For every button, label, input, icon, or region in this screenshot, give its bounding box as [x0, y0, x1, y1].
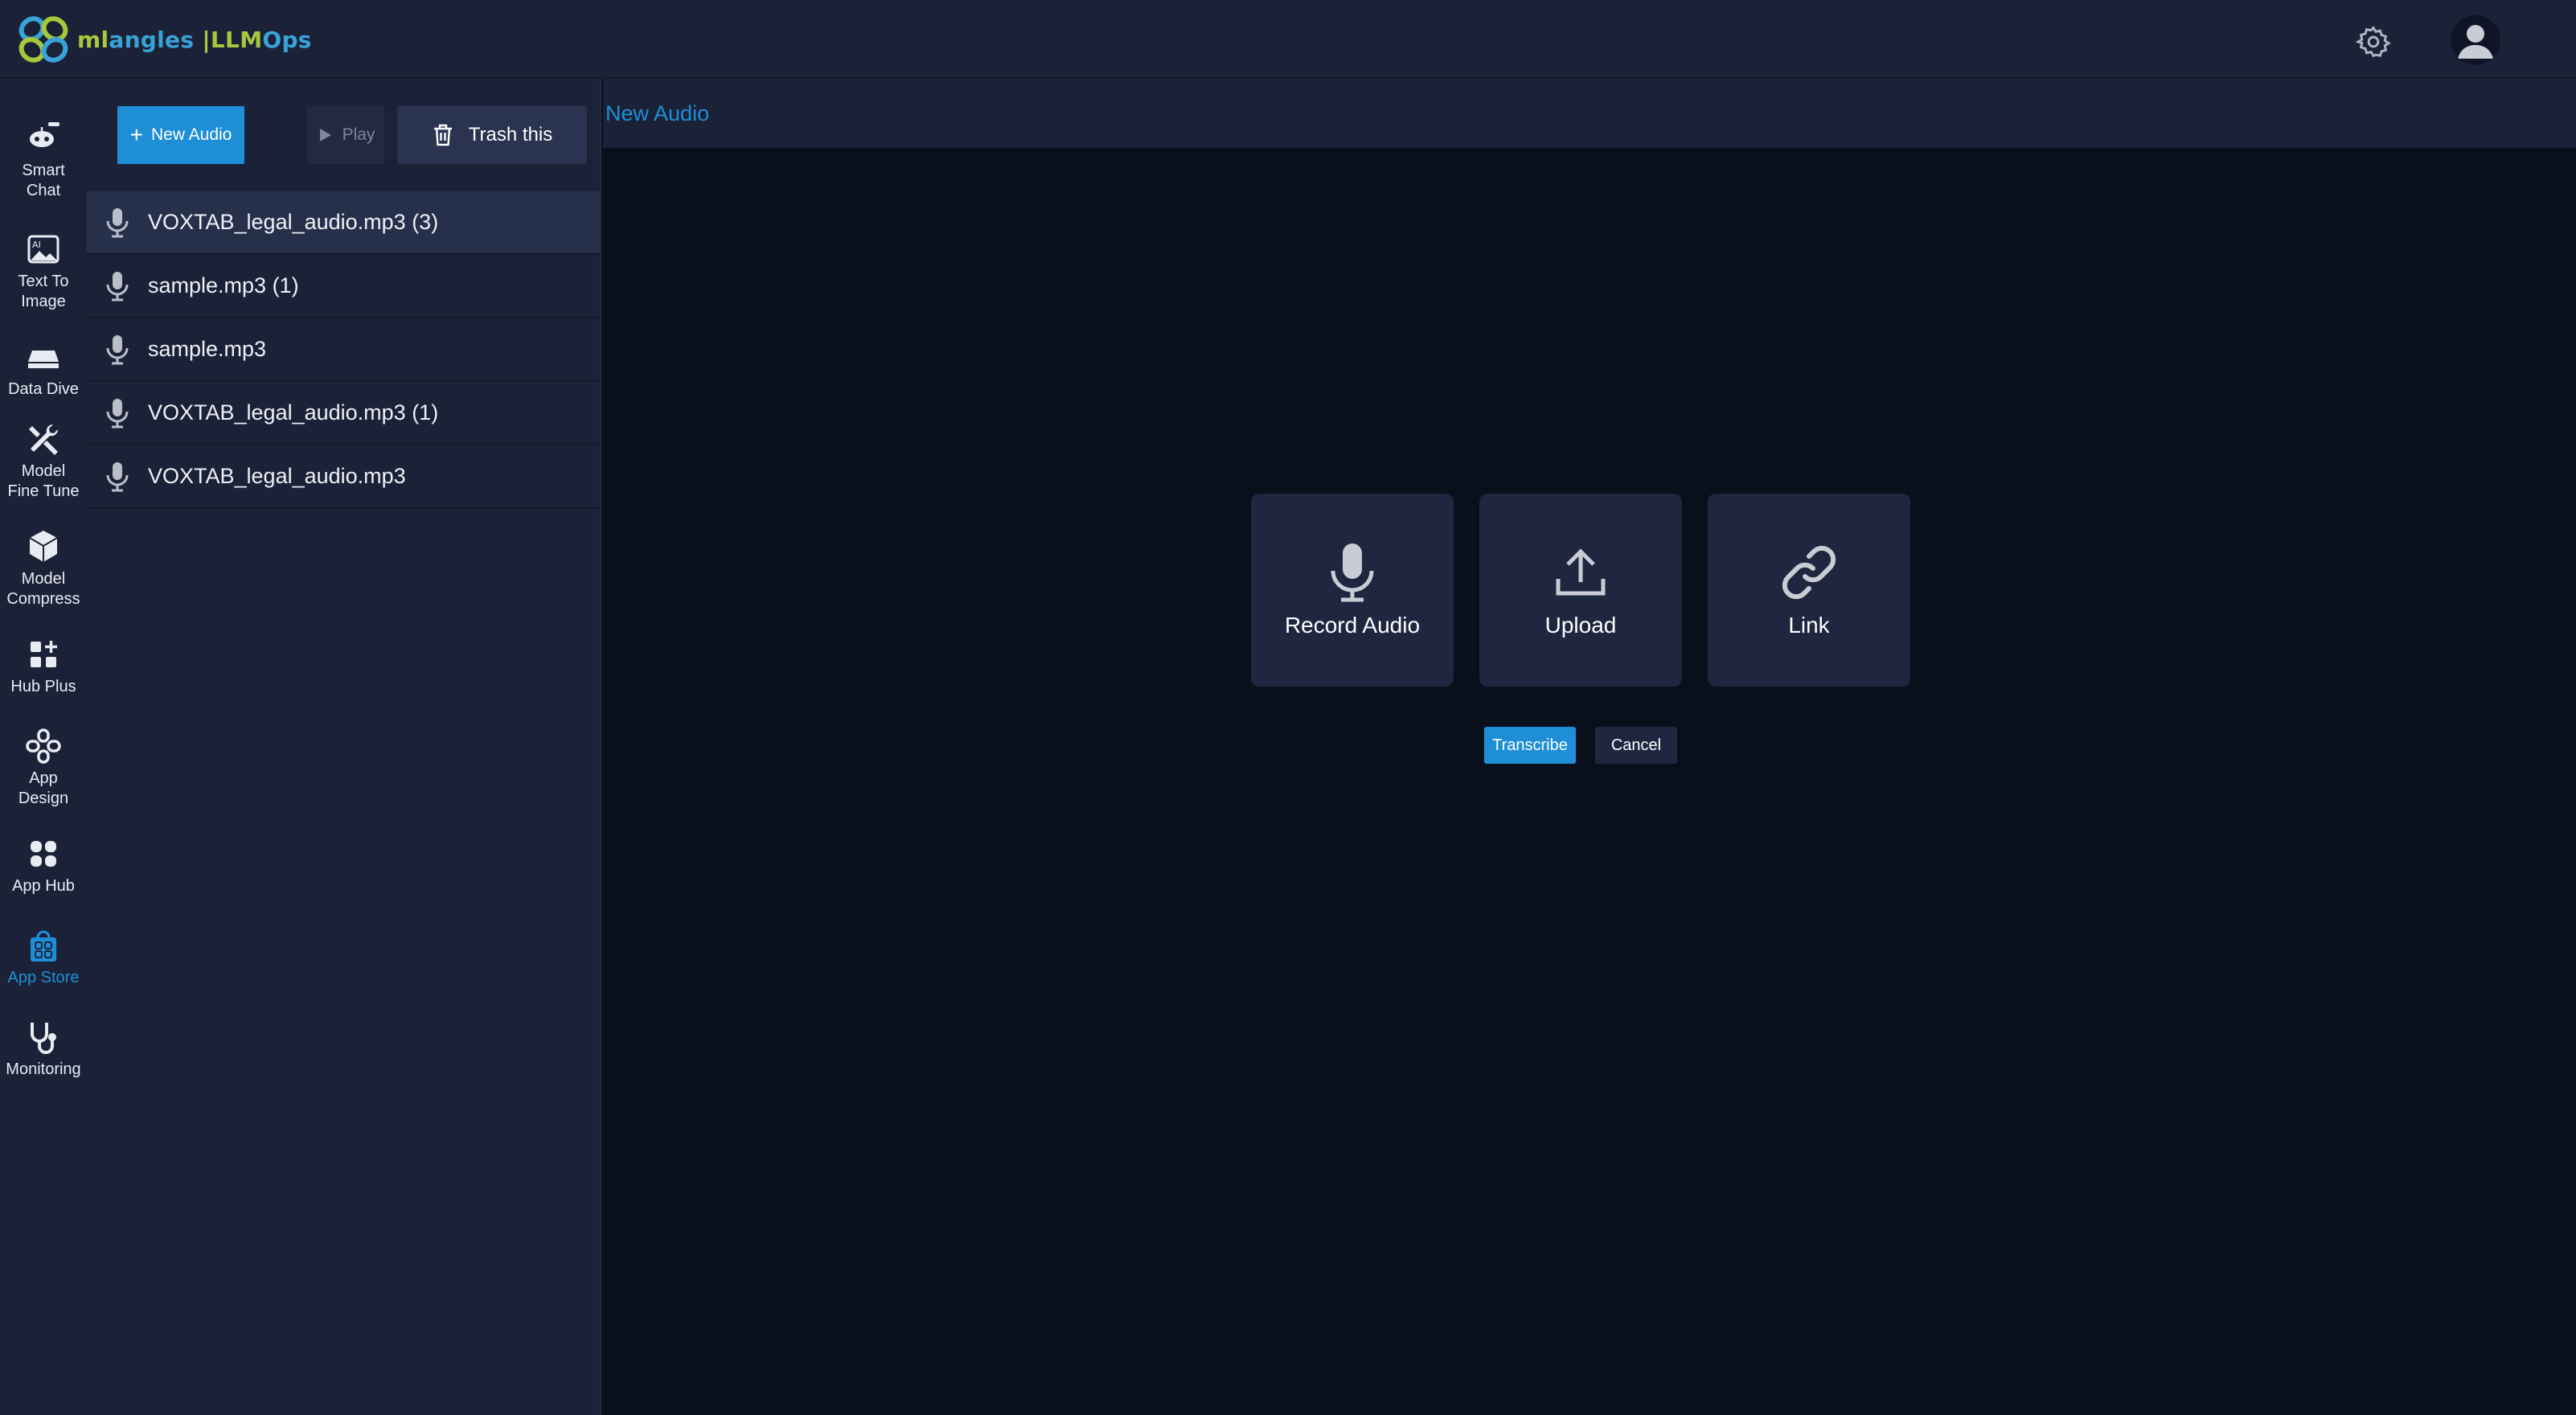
nav-model-compress[interactable]: Model Compress: [0, 527, 87, 609]
nav-app-store[interactable]: App Store: [0, 926, 87, 988]
link-option[interactable]: Link: [1708, 494, 1910, 687]
nav-label: Model Fine Tune: [7, 462, 80, 500]
nav-data-dive[interactable]: Data Dive: [0, 338, 87, 400]
play-button[interactable]: Play: [307, 106, 384, 164]
brand-ml: ml: [77, 26, 109, 53]
nav-monitoring[interactable]: Monitoring: [0, 1018, 87, 1080]
nav-text-to-image[interactable]: AI Text To Image: [0, 230, 87, 312]
file-name: sample.mp3: [148, 337, 267, 361]
microphone-icon: [1331, 543, 1374, 602]
nav-label: Monitoring: [6, 1060, 81, 1078]
page-title: New Audio: [603, 79, 2576, 148]
tools-icon: [29, 424, 59, 455]
list-item[interactable]: VOXTAB_legal_audio.mp3 (1): [87, 382, 600, 445]
file-name: sample.mp3 (1): [148, 273, 299, 297]
new-audio-button[interactable]: + New Audio: [117, 106, 244, 164]
nav-app-hub[interactable]: App Hub: [0, 835, 87, 896]
option-label: Link: [1788, 613, 1830, 638]
file-name: VOXTAB_legal_audio.mp3 (1): [148, 400, 439, 424]
play-label: Play: [342, 125, 375, 144]
svg-text:AI: AI: [32, 240, 41, 250]
brand-ops: Ops: [262, 26, 312, 53]
user-avatar-icon[interactable]: [2451, 15, 2500, 65]
option-label: Upload: [1544, 613, 1617, 638]
nav-label: Data Dive: [8, 380, 79, 398]
file-name: VOXTAB_legal_audio.mp3 (3): [148, 210, 439, 234]
link-icon: [1782, 545, 1836, 600]
microphone-icon: [106, 398, 129, 428]
app-design-icon: [26, 728, 61, 764]
list-item[interactable]: sample.mp3: [87, 318, 600, 382]
play-icon: [319, 129, 331, 142]
logo-icon: [18, 16, 68, 63]
nav-label: App Hub: [12, 877, 75, 895]
trash-button[interactable]: Trash this: [397, 106, 587, 164]
gear-icon[interactable]: [2355, 24, 2391, 59]
file-name: VOXTAB_legal_audio.mp3: [148, 464, 406, 488]
brand-name: mlangles |LLMOps: [77, 27, 312, 53]
record-audio-option[interactable]: Record Audio: [1251, 494, 1454, 687]
stethoscope-icon: [31, 1023, 56, 1054]
nav-label: Text To Image: [18, 273, 69, 310]
brand-logo[interactable]: mlangles |LLMOps: [14, 13, 312, 66]
app-hub-icon: [31, 841, 56, 867]
nav-label: Smart Chat: [22, 162, 65, 199]
robot-icon: [30, 122, 59, 147]
cancel-button[interactable]: Cancel: [1595, 727, 1677, 764]
trash-icon: [433, 124, 452, 146]
drive-icon: [28, 351, 59, 368]
microphone-icon: [106, 207, 129, 237]
image-icon: AI: [27, 235, 59, 264]
shopping-bag-icon: [31, 930, 56, 962]
nav-smart-chat[interactable]: Smart Chat: [0, 119, 87, 201]
upload-option[interactable]: Upload: [1479, 494, 1682, 687]
list-item[interactable]: sample.mp3 (1): [87, 255, 600, 318]
nav-label: App Design: [18, 769, 69, 807]
nav-label: Hub Plus: [10, 678, 76, 695]
cube-icon: [29, 531, 58, 562]
nav-label: Model Compress: [6, 570, 80, 608]
side-navigation: Smart Chat AI Text To Image Data Dive Mo…: [0, 79, 87, 1415]
nav-model-fine-tune[interactable]: Model Fine Tune: [0, 420, 87, 502]
list-item[interactable]: VOXTAB_legal_audio.mp3: [87, 445, 600, 509]
microphone-icon: [106, 461, 129, 491]
transcribe-button[interactable]: Transcribe: [1484, 727, 1576, 764]
trash-label: Trash this: [468, 124, 553, 146]
grid-plus-icon: [31, 641, 57, 667]
microphone-icon: [106, 334, 129, 364]
new-audio-label: New Audio: [150, 125, 232, 144]
top-bar: mlangles |LLMOps: [0, 0, 2576, 79]
nav-hub-plus[interactable]: Hub Plus: [0, 635, 87, 697]
upload-icon: [1556, 548, 1606, 596]
nav-app-design[interactable]: App Design: [0, 727, 87, 809]
audio-file-list: VOXTAB_legal_audio.mp3 (3) sample.mp3 (1…: [87, 191, 600, 509]
nav-label: App Store: [7, 969, 80, 986]
main-content: New Audio Record Audio Upload Link Trans…: [603, 79, 2576, 1415]
brand-angles: angles: [109, 26, 195, 53]
list-item[interactable]: VOXTAB_legal_audio.mp3 (3): [87, 191, 600, 255]
microphone-icon: [106, 271, 129, 301]
plus-icon: +: [129, 122, 143, 147]
brand-llm: LLM: [210, 26, 263, 53]
audio-list-panel: + New Audio Play Trash this VOXTAB_legal…: [87, 79, 601, 1415]
option-label: Record Audio: [1284, 613, 1421, 638]
brand-separator: |: [202, 26, 211, 53]
